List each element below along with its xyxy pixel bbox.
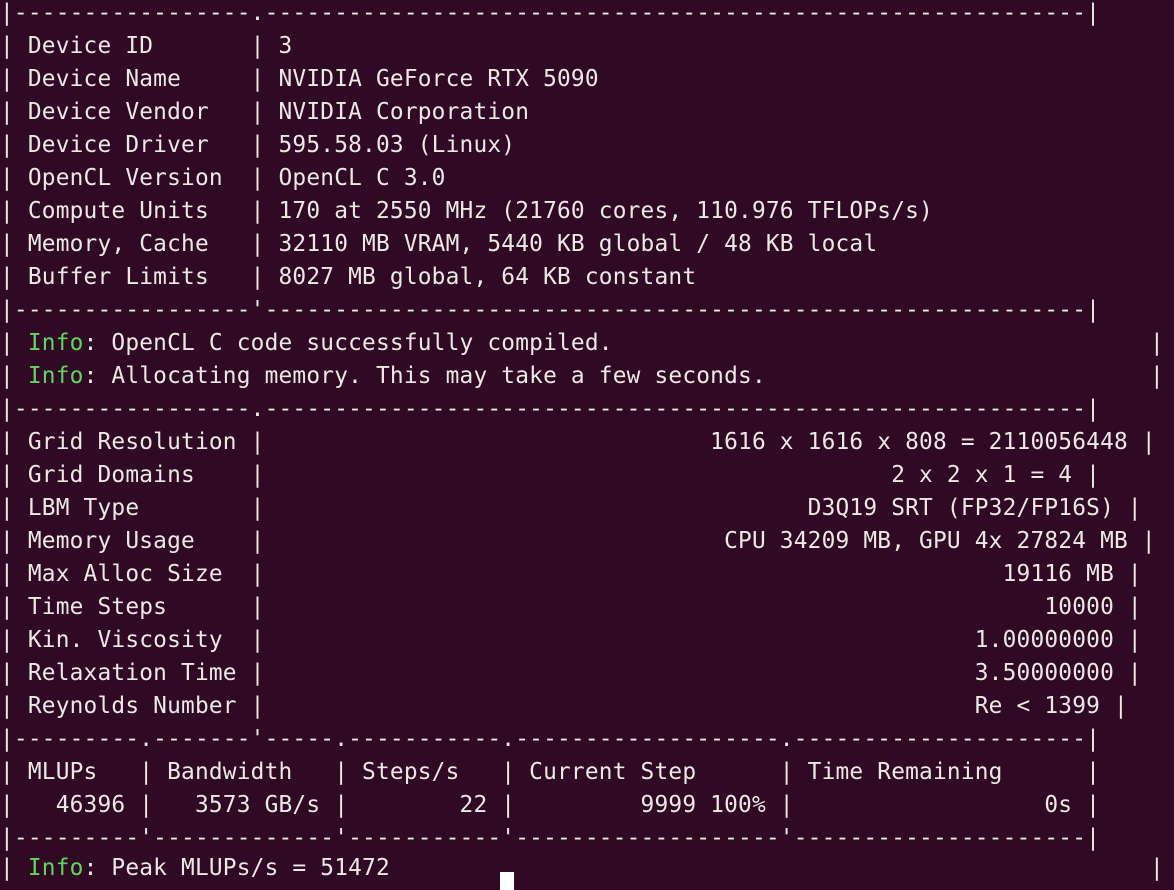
memory-cache-row: | Memory, Cache | 32110 MB VRAM, 5440 KB…	[0, 231, 878, 257]
cursor-block	[500, 871, 514, 890]
kin-viscosity-row: | Kin. Viscosity | 1.00000000 |	[0, 627, 1142, 653]
info-line-peak-mlups: | Info: Peak MLUPs/s = 51472	[0, 855, 390, 881]
device-name-row: | Device Name | NVIDIA GeForce RTX 5090	[0, 66, 599, 92]
info-text: : OpenCL C code successfully compiled.	[83, 330, 613, 356]
stats-header-row: | MLUPs | Bandwidth | Steps/s | Current …	[0, 759, 1101, 785]
device-vendor-row: | Device Vendor | NVIDIA Corporation	[0, 99, 530, 125]
compute-units-row: | Compute Units | 170 at 2550 MHz (21760…	[0, 198, 933, 224]
info-line-right-border: |	[1150, 363, 1164, 389]
terminal-window[interactable]: |-----------------.---------------------…	[0, 0, 1174, 890]
grid-domains-row: | Grid Domains | 2 x 2 x 1 = 4 |	[0, 462, 1101, 488]
table-border-top: |-----------------.---------------------…	[0, 0, 1101, 26]
info-line-allocating: | Info: Allocating memory. This may take…	[0, 363, 766, 389]
device-driver-row: | Device Driver | 595.58.03 (Linux)	[0, 132, 516, 158]
info-line-compiled: | Info: OpenCL C code successfully compi…	[0, 330, 613, 356]
table-border-device-end: |-----------------'---------------------…	[0, 297, 1101, 323]
info-prefix: Info	[27, 363, 84, 389]
info-line-right-border: |	[1150, 330, 1164, 356]
info-text: : Peak MLUPs/s = 51472	[83, 855, 390, 881]
device-id-row: | Device ID | 3	[0, 33, 293, 59]
lbm-type-row: | LBM Type | D3Q19 SRT (FP32/FP16S) |	[0, 495, 1142, 521]
info-text: : Allocating memory. This may take a few…	[83, 363, 766, 389]
table-border-stats-start: |---------.-------'-----.-----------.---…	[0, 726, 1101, 752]
buffer-limits-row: | Buffer Limits | 8027 MB global, 64 KB …	[0, 264, 697, 290]
table-border-bottom: |---------'-------------'-----------'---…	[0, 825, 1101, 851]
text-cursor[interactable]	[500, 871, 514, 890]
reynolds-number-row: | Reynolds Number | Re < 1399 |	[0, 693, 1128, 719]
stats-values-row: | 46396 | 3573 GB/s | 22 | 9999 100% | 0…	[0, 792, 1101, 818]
grid-resolution-row: | Grid Resolution | 1616 x 1616 x 808 = …	[0, 429, 1156, 455]
opencl-version-row: | OpenCL Version | OpenCL C 3.0	[0, 165, 446, 191]
memory-usage-row: | Memory Usage | CPU 34209 MB, GPU 4x 27…	[0, 528, 1156, 554]
table-border-grid-start: |-----------------.---------------------…	[0, 396, 1101, 422]
info-line-right-border: |	[1150, 855, 1164, 881]
relaxation-time-row: | Relaxation Time | 3.50000000 |	[0, 660, 1142, 686]
info-prefix: Info	[27, 855, 84, 881]
time-steps-row: | Time Steps | 10000 |	[0, 594, 1142, 620]
info-prefix: Info	[27, 330, 84, 356]
max-alloc-size-row: | Max Alloc Size | 19116 MB |	[0, 561, 1142, 587]
